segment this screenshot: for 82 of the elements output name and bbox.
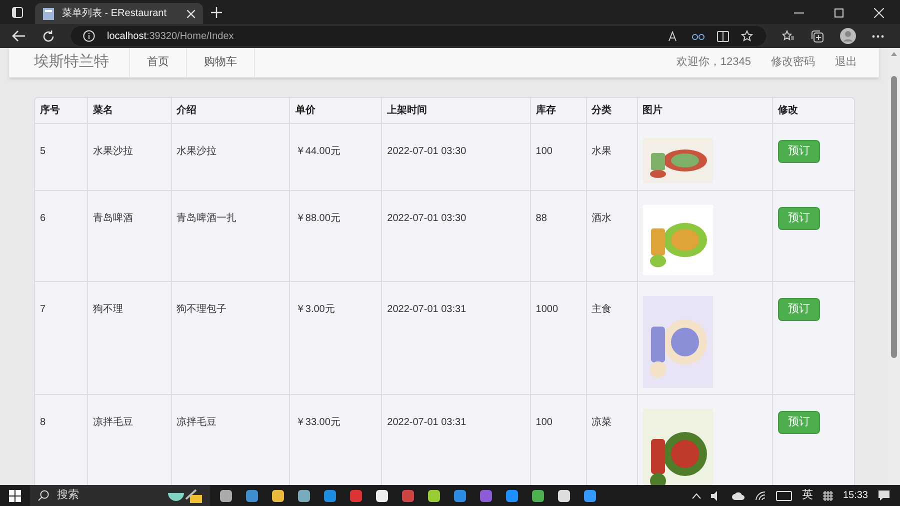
column-header: 单价	[289, 98, 382, 123]
table-cell: 88	[536, 213, 547, 224]
split-view-icon[interactable]	[717, 30, 729, 42]
nav-link[interactable]: 首页	[129, 48, 186, 77]
column-header: 修改	[772, 98, 854, 123]
table-cell: 狗不理包子	[176, 304, 227, 315]
column-header: 介绍	[170, 98, 290, 123]
table-cell: ￥3.00元	[295, 304, 335, 315]
new-tab-icon[interactable]	[211, 7, 222, 18]
app-icon[interactable]	[220, 490, 232, 502]
table-cell: ￥44.00元	[295, 146, 340, 157]
logout-link[interactable]: 退出	[835, 54, 857, 71]
maximize-icon[interactable]	[834, 8, 844, 18]
cloud-icon[interactable]	[732, 492, 745, 500]
table-cell: 青岛啤酒一扎	[176, 213, 237, 224]
app-icon[interactable]	[272, 490, 284, 502]
collections-icon[interactable]	[811, 30, 824, 42]
grid-icon[interactable]	[822, 490, 833, 500]
tab-title: 菜单列表 - ERestaurant	[62, 6, 166, 21]
table-cell: ￥33.00元	[295, 417, 340, 428]
taskbar-search[interactable]: 搜索	[30, 485, 210, 506]
scroll-thumb[interactable]	[891, 76, 897, 358]
table-cell: 7	[40, 304, 46, 315]
change-password-link[interactable]: 修改密码	[771, 54, 815, 71]
table-cell: 8	[40, 417, 46, 428]
table-cell: 2022-07-01 03:30	[387, 213, 466, 224]
table-cell: 2022-07-01 03:31	[387, 417, 466, 428]
table-cell: 100	[536, 417, 552, 428]
favorites-icon[interactable]	[782, 30, 795, 42]
browser-tab[interactable]: 菜单列表 - ERestaurant	[35, 3, 203, 24]
column-header: 上架时间	[381, 98, 530, 123]
table-cell: 2022-07-01 03:31	[387, 304, 466, 315]
app-icon[interactable]	[298, 490, 310, 502]
brand-logo[interactable]: 埃斯特兰特	[9, 48, 129, 77]
column-header: 菜名	[86, 98, 171, 123]
tab-actions-icon[interactable]	[12, 7, 23, 18]
table-cell: 水果沙拉	[176, 146, 217, 157]
refresh-icon[interactable]	[42, 30, 55, 42]
more-icon[interactable]	[872, 34, 884, 38]
input-language[interactable]: 英	[802, 487, 813, 504]
column-header: 序号	[39, 103, 61, 118]
star-icon[interactable]	[741, 30, 754, 42]
welcome-text: 欢迎你，12345	[676, 54, 751, 70]
close-icon[interactable]	[187, 10, 195, 18]
column-header: 分类	[586, 98, 637, 123]
windows-icon[interactable]	[9, 490, 21, 502]
app-icon[interactable]	[584, 490, 596, 502]
table-cell: 狗不理	[92, 304, 123, 315]
close-window-icon[interactable]	[874, 8, 884, 18]
table-cell: 1000	[536, 304, 558, 315]
column-header: 图片	[636, 98, 772, 123]
table-cell: 主食	[592, 304, 612, 315]
table-cell: 凉菜	[592, 417, 612, 428]
table-cell: 青岛啤酒	[92, 213, 133, 224]
table-cell: 水果沙拉	[92, 146, 133, 157]
notification-icon[interactable]	[878, 490, 890, 501]
app-icon[interactable]	[428, 490, 440, 502]
url-text: localhost:39320/Home/Index	[107, 30, 234, 44]
column-header: 库存	[530, 98, 586, 123]
info-icon	[83, 30, 95, 42]
address-bar[interactable]: localhost:39320/Home/Index	[71, 26, 766, 46]
clock[interactable]: 15:33	[842, 488, 868, 503]
table-cell: 酒水	[592, 213, 612, 224]
chevron-up-icon[interactable]	[692, 492, 701, 498]
page-icon	[43, 8, 54, 20]
bowl-icon	[168, 488, 202, 502]
table-cell: 凉拌毛豆	[92, 417, 133, 428]
nav-link[interactable]: 购物车	[186, 48, 254, 77]
table-cell: 水果	[592, 146, 612, 157]
wifi-icon[interactable]	[754, 490, 766, 500]
app-icon[interactable]	[532, 490, 544, 502]
profile-icon[interactable]	[840, 28, 856, 44]
table-cell: 5	[40, 146, 46, 157]
app-icon[interactable]	[558, 490, 570, 502]
table-cell: 6	[40, 213, 46, 224]
table-cell: ￥88.00元	[295, 213, 340, 224]
app-icon[interactable]	[376, 490, 388, 502]
table-cell: 100	[536, 146, 552, 157]
table-cell: 凉拌毛豆	[176, 417, 217, 428]
table-cell: 2022-07-01 03:30	[387, 146, 466, 157]
search-icon	[38, 490, 49, 501]
back-icon[interactable]	[12, 30, 26, 42]
